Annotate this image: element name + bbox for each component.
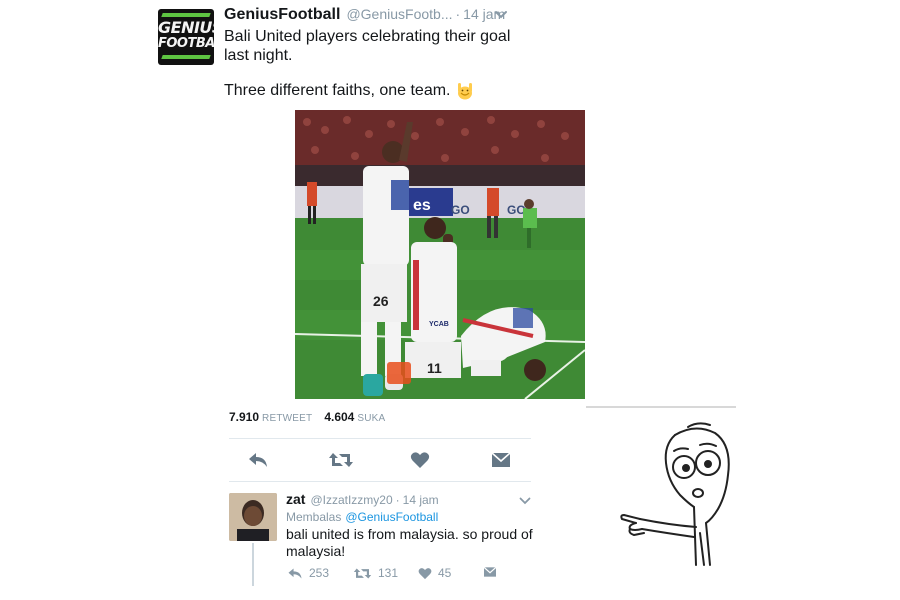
like-button[interactable]	[408, 449, 432, 471]
raised-hands-icon	[457, 83, 472, 100]
tweet-separator: ·	[455, 6, 461, 22]
direct-message-button[interactable]	[489, 449, 513, 471]
tweet-stats: 7.910 RETWEET 4.604 SUKA	[229, 410, 385, 424]
meme-top-line	[586, 406, 736, 408]
stats-divider	[229, 438, 531, 439]
reply-button[interactable]	[246, 449, 270, 471]
reply-author-handle[interactable]: @IzzatIzzmy20	[310, 493, 392, 507]
reply-dm-button[interactable]	[483, 566, 497, 578]
reply-icon	[249, 453, 267, 467]
reply-icon	[288, 567, 302, 579]
tweet-text-line-2: Three different faiths, one team.	[224, 82, 451, 99]
replying-to-handle[interactable]: @GeniusFootball	[345, 510, 438, 524]
retweets-label[interactable]: RETWEET	[262, 413, 312, 424]
reply-author-avatar[interactable]	[229, 493, 277, 541]
tweet-text-line-2-row: Three different faiths, one team.	[224, 81, 475, 101]
retweet-icon	[353, 567, 372, 579]
reply-retweet-button[interactable]: 131	[353, 566, 398, 580]
avatar-logo-bottom: FOOTBALL	[158, 36, 214, 51]
reply-likes-count: 45	[438, 566, 452, 580]
likes-count[interactable]: 4.604	[324, 410, 354, 424]
reply-replies-count: 253	[309, 566, 330, 580]
retweets-count[interactable]: 7.910	[229, 410, 259, 424]
reply-separator: ·	[395, 493, 400, 507]
pointing-stick-figure-icon	[620, 422, 730, 566]
screenshot-canvas: GENIUS FOOTBALL GeniusFootball @GeniusFo…	[0, 0, 900, 600]
thread-connector-line	[252, 543, 254, 586]
heart-icon	[418, 567, 432, 579]
reply-reply-button[interactable]: 253	[287, 566, 329, 580]
reply-author-name[interactable]: zat	[286, 491, 305, 507]
avatar-logo-top: GENIUS	[158, 18, 214, 37]
reply-timestamp[interactable]: 14 jam	[403, 493, 439, 507]
board-text-go-2: GO	[507, 203, 526, 217]
genius-football-avatar[interactable]: GENIUS FOOTBALL	[158, 9, 214, 65]
jersey-number-11: 11	[427, 360, 442, 376]
reply-retweets-count: 131	[378, 566, 399, 580]
logo-stripe	[161, 13, 211, 17]
tweet-author-name[interactable]: GeniusFootball	[224, 6, 340, 24]
photo-sponsor-text: YCAB	[429, 321, 449, 328]
logo-stripe	[161, 55, 211, 59]
chevron-down-icon[interactable]	[519, 497, 531, 505]
retweet-button[interactable]	[327, 449, 355, 471]
reply-text: bali united is from malaysia. so proud o…	[286, 526, 533, 559]
replying-to-label: Membalas	[286, 510, 342, 524]
replying-to: Membalas @GeniusFootball	[286, 510, 438, 524]
chevron-down-icon[interactable]	[494, 10, 508, 20]
jersey-number-26: 26	[373, 293, 389, 309]
reply-like-button[interactable]: 45	[418, 566, 451, 580]
direct-message-icon	[483, 566, 497, 577]
likes-label[interactable]: SUKA	[357, 413, 385, 424]
tweet-header: GeniusFootball @GeniusFootb... · 14 jam	[224, 6, 505, 28]
heart-icon	[410, 452, 430, 468]
reply-header: zat @IzzatIzzmy20 · 14 jam	[286, 491, 439, 507]
retweet-icon	[329, 453, 353, 467]
direct-message-icon	[491, 452, 511, 467]
tweet-author-handle[interactable]: @GeniusFootb...	[346, 6, 452, 22]
actions-divider	[229, 481, 531, 482]
board-text-es: es	[413, 197, 431, 214]
tweet-photo[interactable]: es GO GO 26 YCAB 11	[295, 110, 585, 399]
board-text-go-1: GO	[451, 203, 470, 217]
tweet-text-line-1: Bali United players celebrating their go…	[224, 28, 511, 64]
